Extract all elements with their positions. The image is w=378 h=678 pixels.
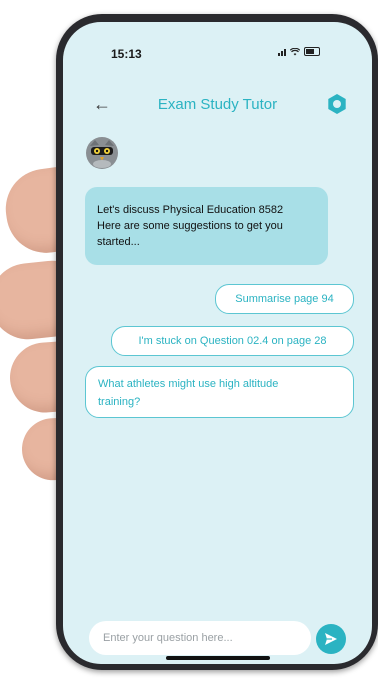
suggestion-line: training? [98,396,141,408]
send-button[interactable] [316,624,346,654]
wifi-icon [290,47,300,55]
send-icon [325,633,337,645]
battery-icon [304,47,320,56]
bot-message-bubble: Let's discuss Physical Education 8582 He… [85,187,328,265]
suggestion-chip-altitude-training[interactable]: What athletes might use high altitude tr… [85,366,354,418]
suggestion-chip-stuck-question[interactable]: I'm stuck on Question 02.4 on page 28 [111,326,354,356]
app-screen: 15:13 ← Exam Study Tutor Let's discuss P… [63,22,372,664]
suggestion-chip-summarise[interactable]: Summarise page 94 [215,284,354,314]
message-line: Let's discuss Physical Education 8582 [97,204,284,216]
photo-stage: 15:13 ← Exam Study Tutor Let's discuss P… [0,0,378,678]
home-indicator[interactable] [166,656,270,660]
owl-avatar [86,137,118,169]
status-icons [278,47,320,56]
status-time: 15:13 [111,47,142,61]
question-input[interactable] [101,631,299,645]
hexagon-icon[interactable] [326,93,348,115]
question-input-container[interactable] [89,621,311,655]
message-line: started... [97,236,140,248]
message-line: Here are some suggestions to get you [97,220,283,232]
signal-icon [278,48,286,56]
suggestion-line: What athletes might use high altitude [98,378,279,390]
